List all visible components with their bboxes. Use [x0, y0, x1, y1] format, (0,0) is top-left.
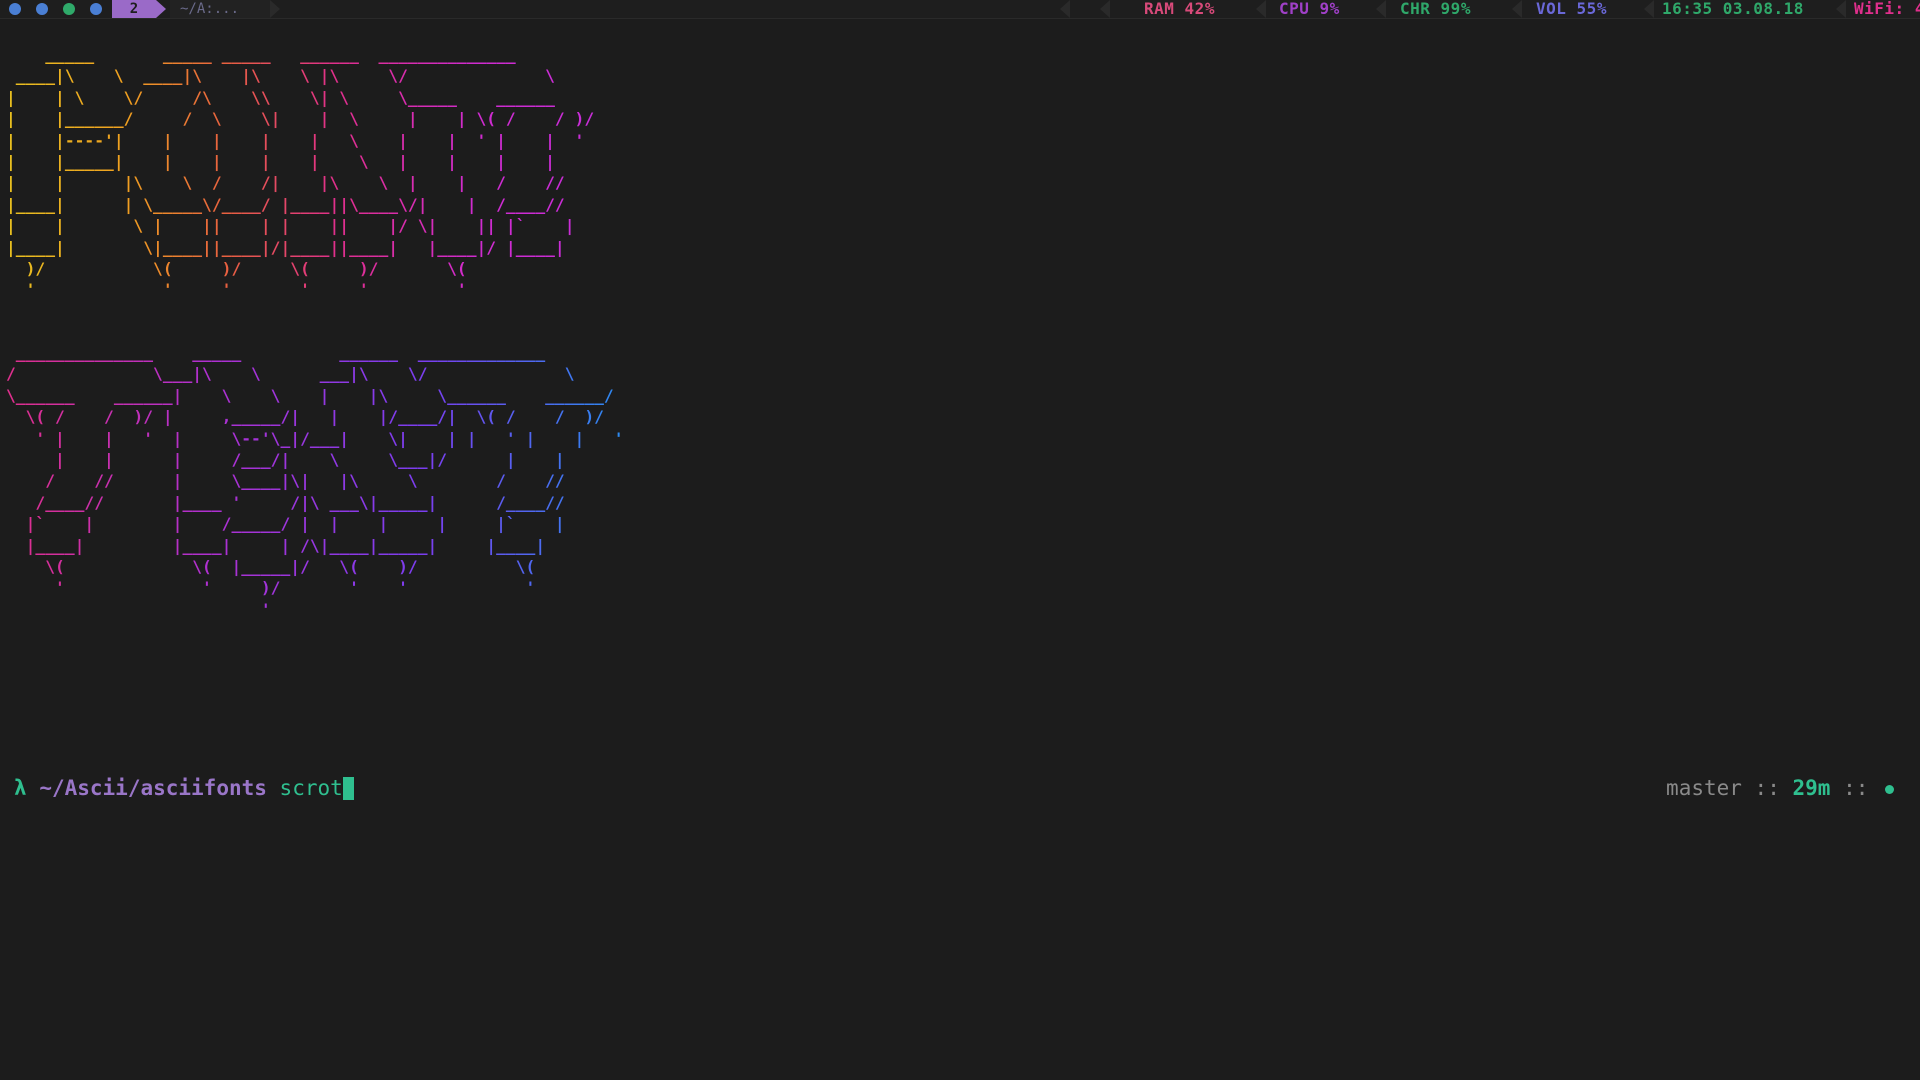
status-bar: 2 ~/A:... RAM 42% CPU 9% CHR 99% VOL 55%… — [0, 0, 1920, 19]
workspace-2-indicator[interactable] — [36, 3, 48, 15]
command-input[interactable]: scrot — [280, 776, 343, 800]
charge-label: CHR — [1400, 0, 1431, 18]
text-cursor — [342, 777, 354, 800]
powerline-separator — [1512, 0, 1522, 18]
cpu-label: CPU — [1279, 0, 1310, 18]
wifi-label: WiFi: — [1854, 0, 1905, 18]
prompt-cwd: ~/Ascii/asciifonts — [39, 776, 267, 800]
ram-value: 42% — [1184, 0, 1215, 18]
wifi-stat[interactable]: WiFi: 4 — [1854, 0, 1920, 18]
cpu-value: 9% — [1319, 0, 1340, 18]
git-status-dot-icon — [1885, 785, 1894, 794]
active-workspace-badge[interactable]: 2 — [112, 0, 156, 18]
powerline-separator — [270, 0, 280, 18]
prompt-line[interactable]: λ ~/Ascii/asciifonts scrot — [14, 775, 354, 801]
powerline-separator — [156, 0, 166, 18]
powerline-separator — [1256, 0, 1266, 18]
workspace-4-indicator[interactable] — [90, 3, 102, 15]
ram-label: RAM — [1144, 0, 1175, 18]
clock: 16:35 03.08.18 — [1662, 0, 1804, 18]
prompt-symbol: λ — [14, 776, 27, 800]
ram-stat: RAM 42% — [1144, 0, 1215, 18]
volume-label: VOL — [1536, 0, 1567, 18]
powerline-separator — [1060, 0, 1070, 18]
volume-value: 55% — [1576, 0, 1607, 18]
powerline-separator — [1836, 0, 1846, 18]
powerline-separator — [1100, 0, 1110, 18]
charge-stat: CHR 99% — [1400, 0, 1471, 18]
charge-value: 99% — [1440, 0, 1471, 18]
right-prompt: master :: 29m :: — [1666, 775, 1894, 801]
elapsed-time: 29m — [1792, 776, 1831, 800]
powerline-separator — [1644, 0, 1654, 18]
ascii-art-text: ______________ _____ ______ ____________… — [6, 343, 624, 619]
wifi-value: 4 — [1915, 0, 1920, 18]
window-title: ~/A:... — [170, 0, 270, 18]
volume-stat[interactable]: VOL 55% — [1536, 0, 1607, 18]
cpu-stat: CPU 9% — [1279, 0, 1340, 18]
separator: :: — [1830, 776, 1881, 800]
powerline-separator — [1376, 0, 1386, 18]
workspace-3-indicator[interactable] — [63, 3, 75, 15]
separator: :: — [1741, 776, 1793, 800]
ascii-art-font: _____ _____ _____ ______ ______________ … — [6, 45, 595, 300]
workspace-1-indicator[interactable] — [9, 3, 21, 15]
git-branch: master — [1666, 776, 1742, 800]
